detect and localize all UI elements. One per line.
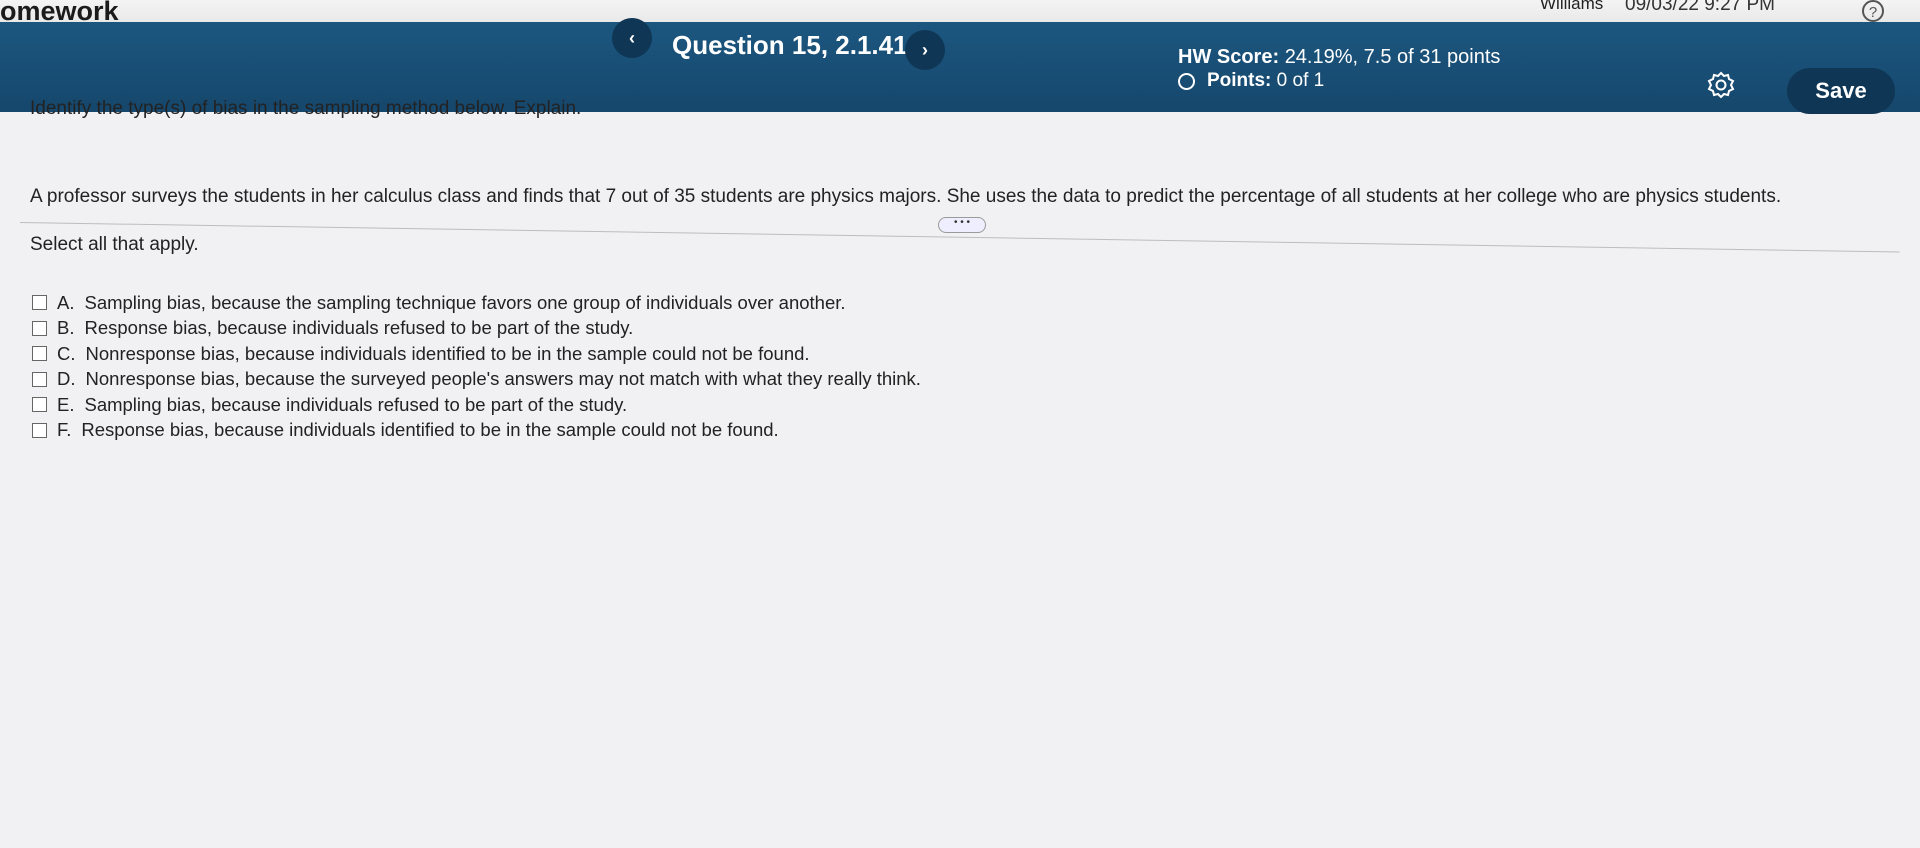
- hw-score-label: HW Score:: [1178, 46, 1280, 68]
- answer-option-d[interactable]: D. Nonresponse bias, because the surveye…: [32, 367, 921, 393]
- checkbox[interactable]: [32, 397, 47, 413]
- checkbox[interactable]: [32, 295, 47, 311]
- expand-more-button[interactable]: • • •: [938, 217, 986, 233]
- checkbox[interactable]: [32, 422, 47, 438]
- option-text: Nonresponse bias, because the surveyed p…: [85, 368, 921, 390]
- previous-question-button[interactable]: ‹: [612, 18, 652, 58]
- option-text: Response bias, because individuals refus…: [84, 317, 634, 339]
- question-title: Question 15, 2.1.41: [672, 30, 908, 60]
- select-all-instruction: Select all that apply.: [30, 234, 199, 255]
- checkbox[interactable]: [32, 320, 47, 336]
- datetime: 09/03/22 9:27 PM: [1625, 0, 1775, 15]
- gear-icon: [1707, 71, 1735, 99]
- option-letter: F.: [57, 419, 72, 441]
- option-letter: A.: [57, 291, 75, 313]
- option-text: Sampling bias, because the sampling tech…: [84, 291, 846, 313]
- settings-button[interactable]: [1706, 70, 1736, 100]
- option-text: Sampling bias, because individuals refus…: [84, 393, 628, 415]
- chevron-right-icon: ›: [922, 40, 928, 60]
- help-icon: ?: [1868, 4, 1878, 21]
- hw-score: HW Score: 24.19%, 7.5 of 31 points: [1178, 46, 1500, 69]
- answer-options: A. Sampling bias, because the sampling t…: [32, 290, 921, 443]
- option-text: Response bias, because individuals ident…: [81, 419, 779, 441]
- hw-score-value: 24.19%, 7.5 of 31 points: [1284, 46, 1501, 68]
- next-question-button[interactable]: ›: [905, 30, 945, 70]
- points: Points: 0 of 1: [1178, 70, 1324, 92]
- checkbox[interactable]: [32, 371, 47, 387]
- user-name: Williams: [1540, 0, 1604, 13]
- option-letter: B.: [57, 317, 75, 339]
- option-letter: D.: [57, 368, 76, 390]
- option-letter: C.: [57, 342, 76, 364]
- app-title: omework: [0, 0, 119, 26]
- option-letter: E.: [57, 393, 75, 415]
- answer-option-b[interactable]: B. Response bias, because individuals re…: [32, 316, 921, 342]
- save-button[interactable]: Save: [1787, 68, 1895, 114]
- problem-text: A professor surveys the students in her …: [30, 186, 1782, 207]
- question-instruction: Identify the type(s) of bias in the samp…: [30, 98, 582, 119]
- points-label: Points:: [1207, 70, 1272, 91]
- answer-option-e[interactable]: E. Sampling bias, because individuals re…: [32, 392, 921, 418]
- answer-option-f[interactable]: F. Response bias, because individuals id…: [32, 418, 921, 444]
- answer-option-a[interactable]: A. Sampling bias, because the sampling t…: [32, 290, 921, 316]
- points-value: 0 of 1: [1276, 70, 1325, 91]
- checkbox[interactable]: [32, 346, 47, 362]
- help-button[interactable]: ?: [1862, 0, 1884, 22]
- chevron-left-icon: ‹: [629, 28, 635, 48]
- progress-circle-icon: [1178, 72, 1195, 90]
- answer-option-c[interactable]: C. Nonresponse bias, because individuals…: [32, 341, 921, 367]
- option-text: Nonresponse bias, because individuals id…: [85, 342, 810, 364]
